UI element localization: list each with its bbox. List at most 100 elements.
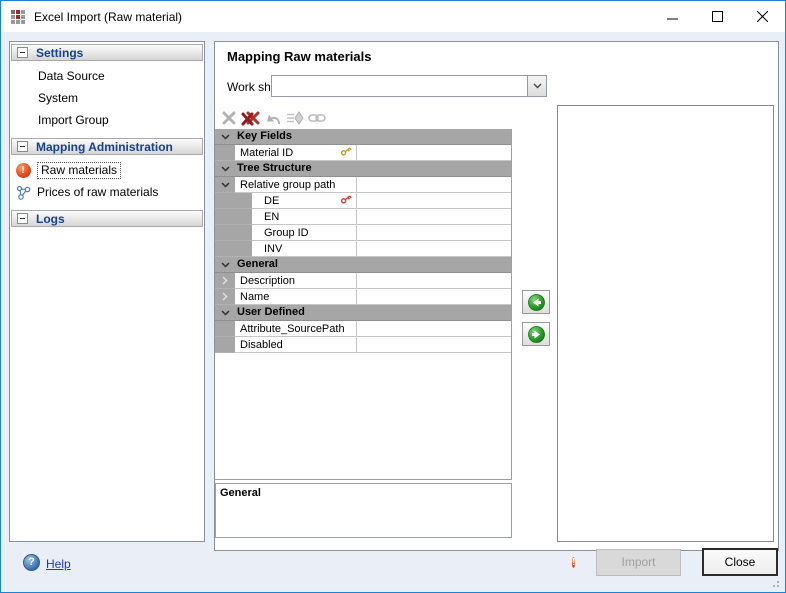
chevron-down-icon[interactable] <box>215 161 235 176</box>
worksheet-columns-listbox[interactable] <box>557 105 774 542</box>
undo-arrow-icon <box>265 111 282 125</box>
transfer-right-button[interactable] <box>522 322 550 346</box>
sidebar-item-label: Import Group <box>38 113 109 127</box>
mapping-group-row[interactable]: User Defined <box>215 305 511 321</box>
key-icon-gold <box>340 145 352 160</box>
chevron-down-icon[interactable] <box>215 305 235 320</box>
titlebar: Excel Import (Raw material) <box>1 1 785 32</box>
sidebar-item-data-source[interactable]: Data Source <box>10 66 204 86</box>
close-icon <box>757 11 768 22</box>
delete-all-mappings-button[interactable] <box>240 109 262 127</box>
close-button[interactable] <box>740 1 785 32</box>
collapse-icon[interactable] <box>17 47 28 58</box>
arrow-right-icon <box>528 326 545 343</box>
chevron-down-icon[interactable] <box>215 129 235 144</box>
close-dialog-button[interactable]: Close <box>702 548 778 576</box>
chevron-right-icon[interactable] <box>215 273 235 289</box>
field-label: Material ID <box>240 147 293 159</box>
mapping-value-cell[interactable] <box>357 337 511 353</box>
group-label: Tree Structure <box>235 161 312 176</box>
mapping-group-row[interactable]: Key Fields <box>215 129 511 145</box>
network-icon <box>15 184 31 200</box>
sidebar-item-system[interactable]: System <box>10 88 204 108</box>
section-label: Logs <box>36 212 65 226</box>
sidebar-section-mapping-administration[interactable]: Mapping Administration <box>11 138 203 155</box>
mapping-value-cell[interactable] <box>357 225 511 241</box>
mapping-value-cell[interactable] <box>357 193 511 209</box>
mapping-value-cell[interactable] <box>357 177 511 193</box>
mapping-toolbar <box>218 108 328 128</box>
field-label: Attribute_SourcePath <box>240 323 345 335</box>
minimize-icon <box>667 11 678 22</box>
help-link[interactable]: Help <box>46 557 71 571</box>
mapping-value-cell[interactable] <box>357 145 511 161</box>
description-panel-title: General <box>216 484 511 499</box>
worksheet-selected-value <box>272 76 527 96</box>
mapping-value-cell[interactable] <box>357 273 511 289</box>
collapse-icon[interactable] <box>17 213 28 224</box>
app-icon <box>11 10 25 24</box>
sidebar-item-label: Prices of raw materials <box>37 185 158 199</box>
delete-icon <box>222 111 236 125</box>
mapping-field-row[interactable]: Relative group path <box>215 177 511 193</box>
sidebar-section-logs[interactable]: Logs <box>11 210 203 227</box>
mapping-field-row[interactable]: Group ID <box>215 225 511 241</box>
mapping-field-row[interactable]: INV <box>215 241 511 257</box>
help-icon[interactable]: ? <box>23 554 40 571</box>
mapping-table: Key Fields Material ID Tree Structure Re <box>215 129 512 480</box>
field-label: Disabled <box>240 339 283 351</box>
field-label: EN <box>264 211 279 223</box>
undo-mapping-button[interactable] <box>262 109 284 127</box>
auto-map-button[interactable] <box>284 109 306 127</box>
transfer-left-button[interactable] <box>522 290 550 314</box>
delete-mapping-button[interactable] <box>218 109 240 127</box>
excel-import-window: Excel Import (Raw material) Settings Dat… <box>0 0 786 593</box>
mapping-field-row[interactable]: Attribute_SourcePath <box>215 321 511 337</box>
field-label: DE <box>264 195 279 207</box>
mapping-field-row[interactable]: DE <box>215 193 511 209</box>
chevron-right-icon[interactable] <box>215 289 235 305</box>
maximize-icon <box>712 11 723 22</box>
group-label: Key Fields <box>235 129 292 144</box>
import-button[interactable]: Import <box>596 549 681 576</box>
field-description-panel: General <box>215 483 512 538</box>
mapping-value-cell[interactable] <box>357 289 511 305</box>
window-title: Excel Import (Raw material) <box>34 10 182 24</box>
sidebar-section-settings[interactable]: Settings <box>11 44 203 61</box>
sidebar-item-raw-materials[interactable]: ! Raw materials <box>10 160 204 180</box>
mapping-value-cell[interactable] <box>357 209 511 225</box>
mapping-field-row[interactable]: Material ID <box>215 145 511 161</box>
resize-grip[interactable] <box>769 577 779 587</box>
key-icon-red <box>340 193 352 208</box>
worksheet-select[interactable] <box>271 75 547 97</box>
maximize-button[interactable] <box>695 1 740 32</box>
sidebar: Settings Data Source System Import Group… <box>9 41 205 542</box>
sidebar-item-label: Data Source <box>38 69 105 83</box>
chevron-down-icon[interactable] <box>215 177 235 193</box>
field-label: Relative group path <box>240 179 335 191</box>
mapping-field-row[interactable]: Description <box>215 273 511 289</box>
validation-error-icon: ! <box>572 552 575 570</box>
mapping-group-row[interactable]: General <box>215 257 511 273</box>
mapping-field-row[interactable]: Name <box>215 289 511 305</box>
error-icon: ! <box>15 162 31 178</box>
sidebar-item-import-group[interactable]: Import Group <box>10 110 204 130</box>
sidebar-item-label: Raw materials <box>37 162 121 179</box>
sidebar-item-prices-of-raw-materials[interactable]: Prices of raw materials <box>10 182 204 202</box>
collapse-icon[interactable] <box>17 141 28 152</box>
mapping-panel: Mapping Raw materials Work sheet: <box>214 41 779 551</box>
section-label: Mapping Administration <box>36 140 173 154</box>
minimize-button[interactable] <box>650 1 695 32</box>
mapping-group-row[interactable]: Tree Structure <box>215 161 511 177</box>
link-icon <box>308 113 326 123</box>
mapping-field-row[interactable]: EN <box>215 209 511 225</box>
field-label: Group ID <box>264 227 309 239</box>
mapping-field-row[interactable]: Disabled <box>215 337 511 353</box>
mapping-value-cell[interactable] <box>357 241 511 257</box>
chevron-down-icon[interactable] <box>527 76 546 96</box>
chevron-down-icon[interactable] <box>215 257 235 272</box>
link-mapping-button[interactable] <box>306 109 328 127</box>
mapping-value-cell[interactable] <box>357 321 511 337</box>
sidebar-item-label: System <box>38 91 78 105</box>
delete-all-icon <box>241 111 261 126</box>
